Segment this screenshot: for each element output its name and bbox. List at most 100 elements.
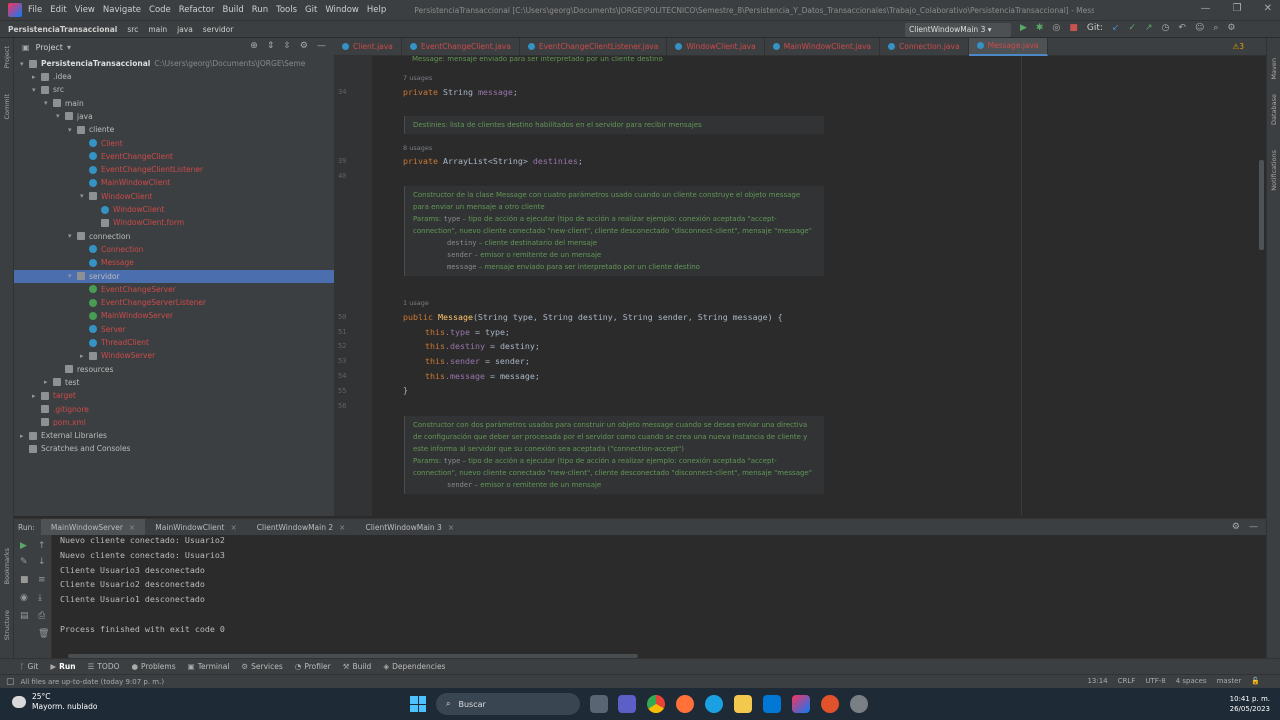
chevron-down-icon[interactable]: ▾ (68, 232, 77, 240)
run-configuration-select[interactable]: ClientWindowMain 3 ▾ (905, 23, 1011, 37)
windows-start-icon[interactable] (410, 696, 426, 712)
lock-icon[interactable]: 🔓 (1251, 677, 1260, 685)
menu-item-git[interactable]: Git (305, 5, 317, 15)
user-icon[interactable]: ☺ (1195, 23, 1204, 33)
tree-item-resources[interactable]: resources (14, 363, 334, 376)
taskbar-clock[interactable]: 10:41 p. m. 26/05/2023 (1230, 694, 1270, 714)
stop-icon[interactable]: ■ (1069, 23, 1078, 33)
tool-window-build[interactable]: ⚒ Build (343, 662, 372, 671)
menu-item-window[interactable]: Window (325, 5, 359, 15)
firefox-icon[interactable] (676, 695, 694, 713)
structure-tool-label[interactable]: Structure (3, 610, 11, 640)
run-icon[interactable]: ▶ (1020, 23, 1027, 33)
tool-window-problems[interactable]: ● Problems (132, 662, 176, 671)
tool-window-services[interactable]: ⚙ Services (241, 662, 282, 671)
tree-item-client[interactable]: Client (14, 137, 334, 150)
tree-item-target[interactable]: ▸ target (14, 389, 334, 402)
line-separator[interactable]: CRLF (1118, 677, 1136, 685)
editor-tab-eventchangeclient-java[interactable]: EventChangeClient.java (402, 37, 520, 56)
rollback-icon[interactable]: ↶ (1178, 23, 1186, 33)
menu-item-view[interactable]: View (75, 5, 95, 15)
tree-item-threadclient[interactable]: ThreadClient (14, 336, 334, 349)
tool-window-todo[interactable]: ☰ TODO (88, 662, 120, 671)
close-icon[interactable]: ✕ (1264, 3, 1272, 14)
tool-window-run[interactable]: ▶ Run (50, 662, 75, 671)
tree-item-connection[interactable]: ▾ connection (14, 230, 334, 243)
tree-item-src[interactable]: ▾ src (14, 83, 334, 96)
breadcrumb-servidor[interactable]: servidor (203, 25, 234, 34)
tree-item-java[interactable]: ▾ java (14, 110, 334, 123)
menu-item-run[interactable]: Run (252, 5, 268, 15)
editor-tab-connection-java[interactable]: Connection.java (880, 37, 969, 56)
hide-icon[interactable]: — (1249, 522, 1258, 532)
chevron-right-icon[interactable]: ▸ (32, 392, 41, 400)
up-icon[interactable]: ↑ (38, 541, 46, 551)
taskbar-search[interactable]: ⌕ Buscar (436, 693, 580, 715)
git-branch[interactable]: master (1217, 677, 1242, 685)
chevron-down-icon[interactable]: ▾ (80, 192, 89, 200)
menu-item-file[interactable]: File (28, 5, 42, 15)
weather-widget[interactable]: 25°C Mayorm. nublado (12, 692, 97, 712)
file-encoding[interactable]: UTF-8 (1145, 677, 1165, 685)
tree-item-eventchangeserver[interactable]: EventChangeServer (14, 283, 334, 296)
maven-tool-label[interactable]: Maven (1270, 58, 1278, 80)
file-explorer-icon[interactable] (590, 695, 608, 713)
menu-item-code[interactable]: Code (149, 5, 171, 15)
soft-wrap-icon[interactable]: ≡ (38, 575, 46, 585)
teams-icon[interactable] (618, 695, 636, 713)
close-icon[interactable]: × (339, 523, 345, 532)
vscode-icon[interactable] (763, 695, 781, 713)
locate-icon[interactable]: ⊕ (250, 41, 258, 51)
down-icon[interactable]: ↓ (38, 557, 46, 567)
chevron-down-icon[interactable]: ▾ (32, 86, 41, 94)
tree-item-eventchangeserverlistener[interactable]: EventChangeServerListener (14, 296, 334, 309)
chevron-right-icon[interactable]: ▸ (32, 73, 41, 81)
editor-tab-eventchangeclientlistener-java[interactable]: EventChangeClientListener.java (520, 37, 668, 56)
close-icon[interactable]: × (231, 523, 237, 532)
chevron-right-icon[interactable]: ▸ (20, 432, 29, 440)
camera-icon[interactable]: ◉ (20, 593, 28, 603)
hide-icon[interactable]: — (317, 41, 326, 51)
tree-item-windowclient[interactable]: ▾ WindowClient (14, 190, 334, 203)
code-editor[interactable]: Message: mensaje enviado para ser interp… (372, 56, 1266, 516)
print-icon[interactable]: ⎙ (38, 611, 45, 621)
editor-tab-message-java[interactable]: Message.java (968, 37, 1048, 56)
settings-app-icon[interactable] (850, 695, 868, 713)
search-everywhere-icon[interactable]: ⌕ (1213, 23, 1218, 33)
chevron-right-icon[interactable]: ▸ (80, 352, 89, 360)
commit-tool-label[interactable]: Commit (3, 94, 11, 120)
run-tab-mainwindowserver[interactable]: MainWindowServer × (40, 518, 146, 536)
chevron-down-icon[interactable]: ▾ (44, 99, 53, 107)
caret-position[interactable]: 13:14 (1087, 677, 1107, 685)
tree-item-test[interactable]: ▸ test (14, 376, 334, 389)
usages-hint[interactable]: 7 usages (403, 74, 432, 82)
tree-item-windowserver[interactable]: ▸ WindowServer (14, 349, 334, 362)
tool-window-git[interactable]: ᚴ Git (20, 662, 38, 671)
menu-item-refactor[interactable]: Refactor (179, 5, 215, 15)
git-push-icon[interactable]: ↗ (1145, 23, 1153, 33)
warnings-indicator[interactable]: ⚠3 (1233, 42, 1245, 51)
intellij-icon[interactable] (792, 695, 810, 713)
tree-item-pom-xml[interactable]: pom.xml (14, 416, 334, 429)
breadcrumb-project[interactable]: PersistenciaTransaccional (8, 25, 117, 34)
edge-icon[interactable] (705, 695, 723, 713)
tree-item-main[interactable]: ▾ main (14, 97, 334, 110)
gear-icon[interactable]: ⚙ (1232, 522, 1240, 532)
chevron-down-icon[interactable]: ▾ (68, 126, 77, 134)
maximize-icon[interactable]: ❐ (1233, 3, 1242, 14)
editor-tab-windowclient-java[interactable]: WindowClient.java (667, 37, 765, 56)
tree-root[interactable]: ▾ PersistenciaTransaccional C:\Users\geo… (14, 57, 334, 70)
stop-icon[interactable]: ■ (20, 575, 29, 585)
run-console[interactable]: Nuevo cliente conectado: Usuario2 Nuevo c… (52, 535, 1266, 658)
menu-item-help[interactable]: Help (367, 5, 386, 15)
tree-item-cliente[interactable]: ▾ cliente (14, 123, 334, 136)
run-tab-clientwindowmain-3[interactable]: ClientWindowMain 3 × (355, 519, 464, 536)
tree-item--gitignore[interactable]: .gitignore (14, 403, 334, 416)
gear-icon[interactable]: ⚙ (300, 41, 308, 51)
tree-item-server[interactable]: Server (14, 323, 334, 336)
tree-item-eventchangeclientlistener[interactable]: EventChangeClientListener (14, 163, 334, 176)
layout-icon[interactable]: ▤ (20, 611, 29, 621)
tree-item-windowclient[interactable]: WindowClient (14, 203, 334, 216)
folder-icon[interactable] (734, 695, 752, 713)
debug-icon[interactable]: ✱ (1036, 23, 1044, 33)
